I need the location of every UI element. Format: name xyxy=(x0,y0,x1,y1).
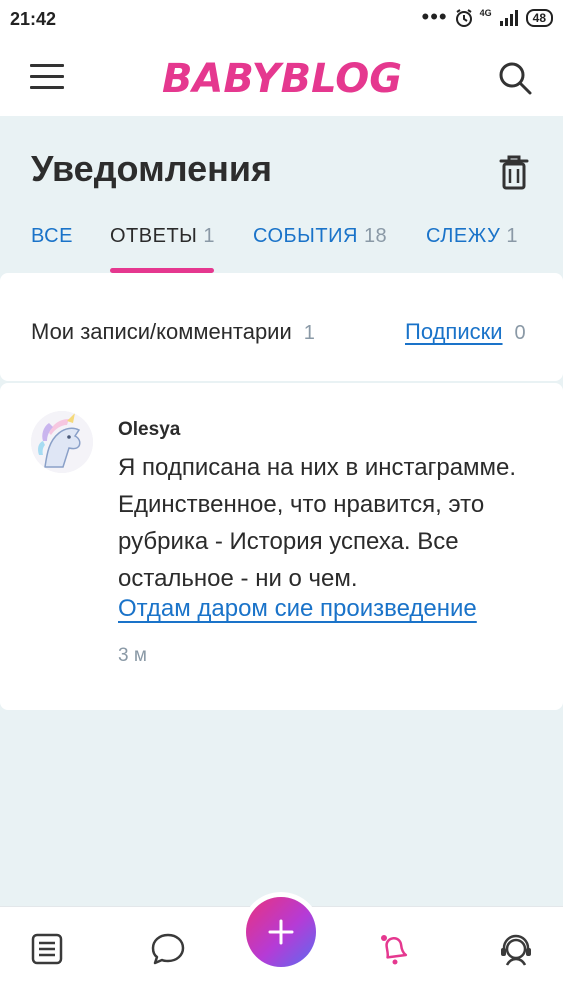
search-button[interactable] xyxy=(497,60,533,96)
filter-count: 1 xyxy=(303,322,315,344)
status-bar: 21:42 ••• 4G 48 xyxy=(0,0,563,40)
tab-label: ВСЕ xyxy=(31,225,73,247)
support-icon xyxy=(501,934,531,966)
avatar[interactable] xyxy=(31,411,93,473)
timestamp: 3 м xyxy=(118,645,147,666)
app-header: BABYBLOG xyxy=(0,40,563,116)
create-post-button[interactable] xyxy=(246,897,316,967)
network-type: 4G xyxy=(479,8,492,18)
menu-button[interactable] xyxy=(30,64,64,92)
tab-replies[interactable]: ОТВЕТЫ 1 xyxy=(110,225,215,273)
bell-icon xyxy=(381,935,408,965)
post-link[interactable]: Отдам даром сие произведение xyxy=(118,595,477,623)
filter-count: 0 xyxy=(514,322,526,344)
plus-icon xyxy=(268,919,294,945)
delete-button[interactable] xyxy=(499,154,529,190)
page-title: Уведомления xyxy=(31,148,272,189)
hamburger-line xyxy=(30,75,64,78)
hamburger-line xyxy=(30,86,64,89)
filter-label: Подписки xyxy=(405,319,503,344)
tab-label: СОБЫТИЯ xyxy=(253,225,358,247)
feed-icon xyxy=(31,933,63,965)
more-dots-icon: ••• xyxy=(421,4,448,29)
tab-all[interactable]: ВСЕ xyxy=(31,225,73,273)
nav-support-button[interactable] xyxy=(496,929,536,969)
signal-icon xyxy=(499,10,518,26)
status-time: 21:42 xyxy=(10,9,57,29)
filter-card: Мои записи/комментарии 1 Подписки 0 xyxy=(0,273,563,381)
filter-my-posts[interactable]: Мои записи/комментарии 1 xyxy=(31,319,315,345)
chat-icon xyxy=(151,933,185,965)
hamburger-icon xyxy=(30,64,64,67)
notification-item[interactable]: Olesya Я подписана на них в инстаграмме.… xyxy=(0,383,563,710)
tab-following[interactable]: СЛЕЖУ 1 xyxy=(426,225,518,273)
tab-count: 1 xyxy=(203,225,215,247)
filter-subscriptions[interactable]: Подписки 0 xyxy=(405,319,526,345)
nav-chat-button[interactable] xyxy=(148,929,188,969)
alarm-icon xyxy=(455,9,472,27)
battery-indicator: 48 xyxy=(525,9,553,27)
tab-label: ОТВЕТЫ xyxy=(110,225,198,247)
tab-label: СЛЕЖУ xyxy=(426,225,501,247)
status-icons: ••• 4G 48 xyxy=(421,4,553,29)
unicorn-avatar-image xyxy=(31,411,93,473)
babyblog-logo[interactable]: BABYBLOG xyxy=(160,50,405,102)
notification-tabs: ВСЕ ОТВЕТЫ 1 СОБЫТИЯ 18 СЛЕЖУ 1 xyxy=(0,225,563,273)
author-name[interactable]: Olesya xyxy=(118,419,180,441)
tab-events[interactable]: СОБЫТИЯ 18 xyxy=(253,225,387,273)
search-icon xyxy=(499,62,532,95)
filter-label: Мои записи/комментарии xyxy=(31,319,292,344)
trash-icon xyxy=(499,155,529,190)
nav-notifications-button[interactable] xyxy=(373,929,413,969)
nav-feed-button[interactable] xyxy=(27,929,67,969)
logo-text: BABYBLOG xyxy=(162,56,402,102)
tab-count: 1 xyxy=(506,225,518,247)
tab-count: 18 xyxy=(363,225,388,247)
message-text: Я подписана на них в инстаграмме. Единст… xyxy=(118,454,517,592)
